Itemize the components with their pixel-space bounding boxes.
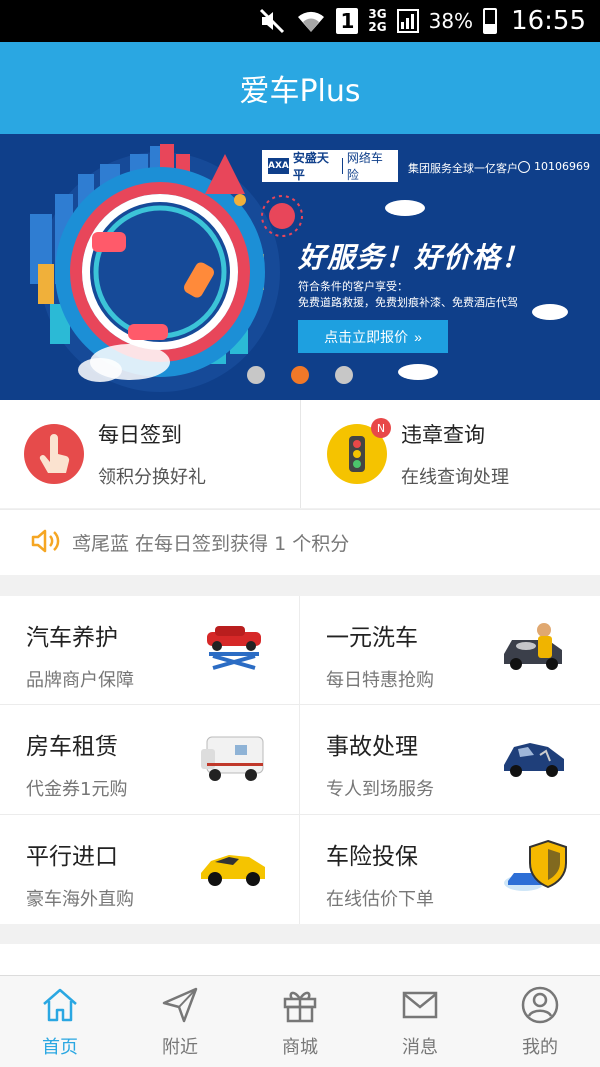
user-icon bbox=[521, 986, 559, 1023]
network-bottom: 2G bbox=[368, 20, 387, 34]
bottom-nav: 首页 附近 商城 消息 我的 bbox=[0, 975, 600, 1067]
home-icon bbox=[43, 988, 77, 1021]
signal-icon bbox=[396, 6, 419, 36]
service-accident[interactable]: 事故处理 专人到场服务 bbox=[300, 705, 600, 815]
service-rv-rental[interactable]: 房车租赁 代金券1元购 bbox=[0, 705, 300, 815]
insurance-shield-image bbox=[504, 839, 567, 891]
banner-phone-number: 10106969 bbox=[534, 160, 590, 173]
banner-phone: 10106969 bbox=[518, 160, 590, 173]
violation-title: 违章查询 bbox=[401, 423, 485, 447]
brand-logo: AXA 安盛天平 网络车险 bbox=[262, 150, 398, 182]
mute-icon bbox=[258, 6, 286, 36]
phone-icon bbox=[518, 160, 530, 173]
car-lift-image bbox=[207, 626, 261, 670]
tab-label: 商城 bbox=[282, 1036, 318, 1058]
sports-car-image bbox=[201, 855, 265, 886]
checkin-subtitle: 领积分换好礼 bbox=[98, 467, 206, 488]
quote-button-label: 点击立即报价 bbox=[324, 328, 409, 345]
violation-subtitle: 在线查询处理 bbox=[401, 467, 509, 488]
carousel-indicators bbox=[0, 366, 600, 384]
services-grid: 汽车养护 品牌商户保障 一元洗车 每日特惠抢购 房车租赁 代金券1元购 事故处理… bbox=[0, 596, 600, 924]
carousel-dot[interactable] bbox=[335, 366, 353, 384]
banner-group-text: 集团服务全球一亿客户 bbox=[408, 162, 518, 175]
speaker-icon bbox=[30, 528, 62, 558]
checkin-title: 每日签到 bbox=[98, 423, 182, 447]
daily-checkin[interactable]: 每日签到 领积分换好礼 bbox=[0, 400, 300, 508]
service-car-insurance[interactable]: 车险投保 在线估价下单 bbox=[300, 815, 600, 924]
carousel-dot[interactable] bbox=[247, 366, 265, 384]
status-bar: 1 3G 2G 38% 16:55 bbox=[0, 0, 600, 42]
tab-profile[interactable]: 我的 bbox=[480, 976, 600, 1067]
tab-mall[interactable]: 商城 bbox=[240, 976, 360, 1067]
car-wash-image bbox=[504, 623, 562, 670]
gift-icon bbox=[283, 991, 317, 1022]
tab-label: 附近 bbox=[162, 1036, 198, 1058]
tab-label: 我的 bbox=[522, 1036, 558, 1058]
brand-sub: 网络车险 bbox=[346, 151, 383, 182]
sim-icon: 1 bbox=[336, 8, 359, 34]
promo-banner[interactable]: AXA 安盛天平 网络车险 集团服务全球一亿客户 10106969 好服务！好价… bbox=[0, 134, 600, 400]
notice-ticker[interactable]: 鸢尾蓝 在每日签到获得 1 个积分 bbox=[0, 509, 600, 575]
tab-home[interactable]: 首页 bbox=[0, 976, 120, 1067]
brand-divider bbox=[341, 158, 343, 174]
new-badge: N bbox=[371, 418, 391, 438]
carousel-dot-active[interactable] bbox=[291, 366, 309, 384]
violation-query[interactable]: N 违章查询 在线查询处理 bbox=[300, 400, 600, 508]
brand-name: 安盛天平 bbox=[292, 151, 329, 182]
traffic-light-icon: N bbox=[327, 418, 391, 484]
tab-label: 首页 bbox=[42, 1036, 78, 1058]
app-header: 爱车Plus bbox=[0, 42, 600, 134]
battery-icon bbox=[483, 8, 498, 34]
banner-slogan: 好服务！好价格！ bbox=[298, 241, 531, 274]
ticker-message: 鸢尾蓝 在每日签到获得 1 个积分 bbox=[72, 533, 350, 555]
banner-sub-line2: 免费道路救援，免费划痕补漆、免费酒店代驾 bbox=[298, 296, 518, 309]
tab-label: 消息 bbox=[402, 1036, 438, 1058]
service-car-maintenance[interactable]: 汽车养护 品牌商户保障 bbox=[0, 596, 300, 705]
quote-button[interactable]: 点击立即报价 » bbox=[298, 320, 448, 353]
mail-icon bbox=[402, 991, 438, 1018]
page-title: 爱车Plus bbox=[239, 74, 361, 109]
axa-logo-icon: AXA bbox=[268, 158, 289, 174]
tab-messages[interactable]: 消息 bbox=[360, 976, 480, 1067]
quick-actions: 每日签到 领积分换好礼 N 违章查询 在线查询处理 bbox=[0, 400, 600, 508]
double-chevron-right-icon: » bbox=[414, 328, 422, 345]
tab-nearby[interactable]: 附近 bbox=[120, 976, 240, 1067]
banner-sub-line1: 符合条件的客户享受： bbox=[298, 280, 408, 293]
navigate-icon bbox=[162, 987, 198, 1022]
wifi-icon bbox=[296, 6, 326, 36]
network-type: 3G 2G bbox=[368, 8, 386, 34]
battery-percent: 38% bbox=[428, 9, 474, 33]
service-parallel-import[interactable]: 平行进口 豪车海外直购 bbox=[0, 815, 300, 924]
rv-image bbox=[201, 736, 264, 781]
hand-tap-icon bbox=[24, 424, 84, 484]
damaged-car-image bbox=[504, 743, 564, 777]
service-car-wash[interactable]: 一元洗车 每日特惠抢购 bbox=[300, 596, 600, 705]
clock: 16:55 bbox=[511, 6, 586, 36]
